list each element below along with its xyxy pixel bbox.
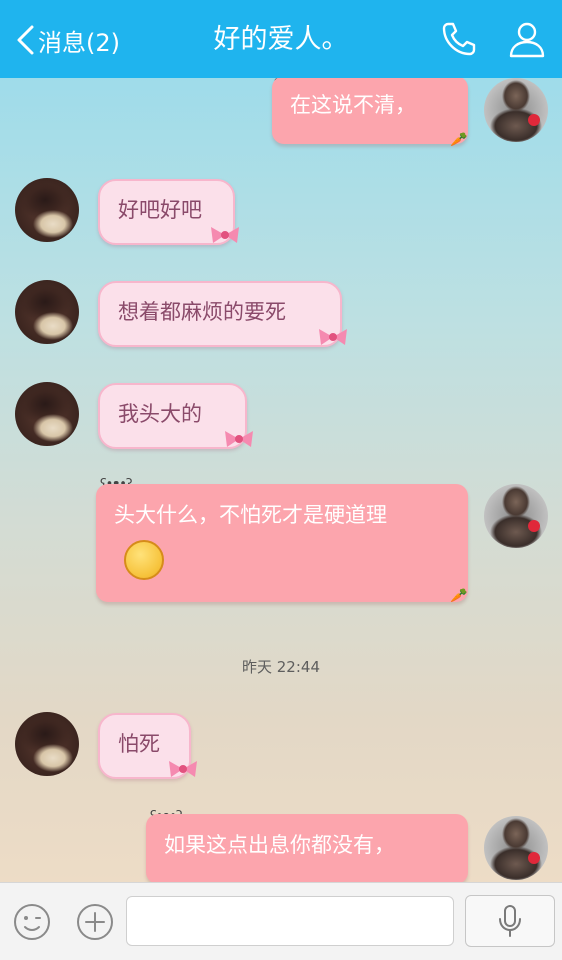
- chat-title: 好的爱人。: [213, 24, 349, 55]
- phone-icon[interactable]: [438, 18, 480, 60]
- message-timestamp: 昨天 22:44: [242, 658, 320, 676]
- contact-icon[interactable]: [506, 18, 548, 60]
- input-bar: [0, 882, 562, 960]
- message-bubble[interactable]: 在这说不清，: [272, 78, 468, 144]
- bow-decoration: [319, 329, 347, 345]
- carrot-decoration: 🥕: [450, 588, 468, 604]
- message-text: 在这说不清，: [290, 93, 416, 117]
- back-button[interactable]: 消息(2): [14, 20, 120, 60]
- contact-avatar[interactable]: [15, 178, 79, 242]
- voice-button[interactable]: [465, 895, 555, 947]
- message-text: 如果这点出息你都没有，: [164, 833, 395, 857]
- plus-icon[interactable]: [75, 902, 115, 942]
- microphone-icon: [499, 905, 521, 937]
- carrot-decoration: 🥕: [450, 132, 468, 148]
- self-avatar[interactable]: [484, 816, 548, 880]
- contact-avatar[interactable]: [15, 280, 79, 344]
- self-avatar[interactable]: [484, 484, 548, 548]
- message-text: 好吧好吧: [118, 198, 202, 222]
- contact-avatar[interactable]: [15, 382, 79, 446]
- bow-decoration: [169, 761, 197, 777]
- chat-area[interactable]: ʕ•ᴥ•ʔ 在这说不清， 🥕 好吧好吧 想着都麻烦的要死 我头大的 ʕ•ᴥ•ʔ …: [0, 78, 562, 882]
- self-avatar[interactable]: [484, 78, 548, 142]
- bow-decoration: [225, 431, 253, 447]
- chat-header: 消息(2) 好的爱人。: [0, 0, 562, 78]
- message-text: 想着都麻烦的要死: [118, 300, 286, 324]
- chevron-left-icon: [17, 25, 34, 55]
- message-bubble[interactable]: 想着都麻烦的要死: [98, 281, 342, 347]
- back-label: 消息(2): [38, 28, 120, 57]
- emoji-icon[interactable]: [12, 902, 52, 942]
- message-bubble[interactable]: 如果这点出息你都没有，: [146, 814, 468, 882]
- message-input[interactable]: [126, 896, 454, 946]
- message-text: 头大什么，不怕死才是硬道理: [114, 503, 387, 527]
- contact-avatar[interactable]: [15, 712, 79, 776]
- message-text: 我头大的: [118, 402, 202, 426]
- blushing-emoji-icon: [124, 540, 164, 580]
- bow-decoration: [211, 227, 239, 243]
- message-text: 怕死: [118, 732, 160, 756]
